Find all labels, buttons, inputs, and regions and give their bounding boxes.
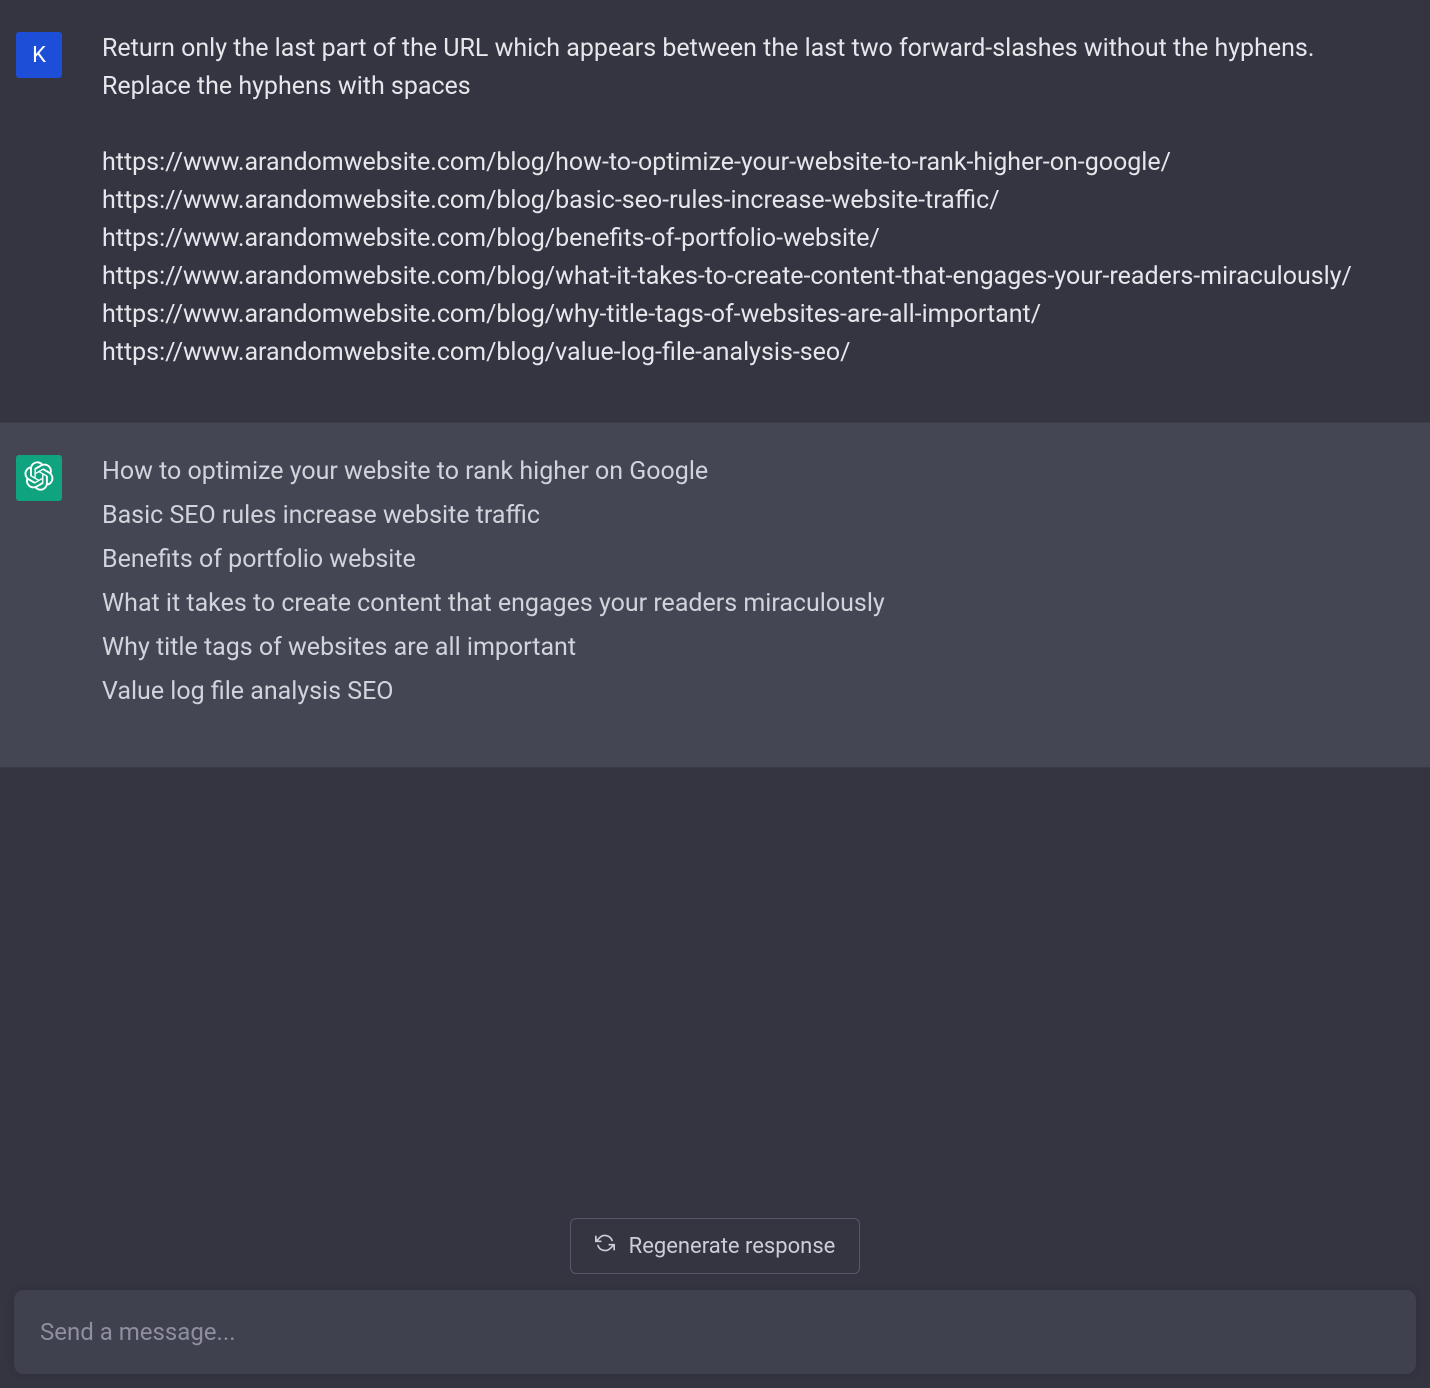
user-avatar-letter: K — [32, 43, 46, 68]
assistant-message: How to optimize your website to rank hig… — [0, 422, 1430, 768]
bottom-controls: Regenerate response — [0, 1178, 1430, 1388]
user-message-content: Return only the last part of the URL whi… — [102, 30, 1414, 372]
assistant-message-content: How to optimize your website to rank hig… — [102, 453, 1414, 717]
spacer — [102, 106, 1384, 144]
regenerate-button[interactable]: Regenerate response — [570, 1218, 861, 1274]
assistant-line: Why title tags of websites are all impor… — [102, 629, 1384, 667]
user-message: K Return only the last part of the URL w… — [0, 0, 1430, 422]
message-input[interactable] — [40, 1318, 1390, 1346]
assistant-line: How to optimize your website to rank hig… — [102, 453, 1384, 491]
user-prompt-intro: Return only the last part of the URL whi… — [102, 30, 1384, 106]
assistant-line: What it takes to create content that eng… — [102, 585, 1384, 623]
user-url: https://www.arandomwebsite.com/blog/bene… — [102, 220, 1384, 258]
user-url: https://www.arandomwebsite.com/blog/basi… — [102, 182, 1384, 220]
assistant-line: Value log file analysis SEO — [102, 673, 1384, 711]
user-url: https://www.arandomwebsite.com/blog/what… — [102, 258, 1384, 296]
assistant-avatar — [16, 455, 62, 501]
regenerate-label: Regenerate response — [629, 1234, 836, 1259]
user-avatar: K — [16, 32, 62, 78]
assistant-line: Benefits of portfolio website — [102, 541, 1384, 579]
openai-logo-icon — [24, 461, 54, 495]
user-url: https://www.arandomwebsite.com/blog/why-… — [102, 296, 1384, 334]
user-url: https://www.arandomwebsite.com/blog/how-… — [102, 144, 1384, 182]
assistant-line: Basic SEO rules increase website traffic — [102, 497, 1384, 535]
regenerate-wrap: Regenerate response — [14, 1218, 1416, 1274]
refresh-icon — [595, 1233, 615, 1259]
message-input-container[interactable] — [14, 1290, 1416, 1374]
user-url: https://www.arandomwebsite.com/blog/valu… — [102, 334, 1384, 372]
